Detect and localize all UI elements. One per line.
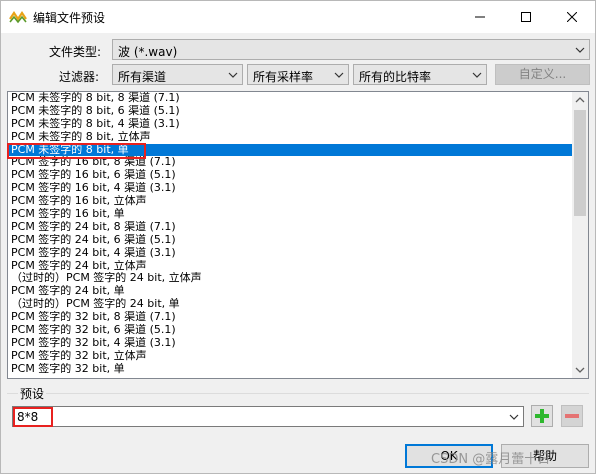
list-item[interactable]: PCM 未签字的 8 bit, 4 渠道 (3.1) bbox=[8, 118, 574, 131]
list-item[interactable]: PCM 签字的 16 bit, 单 bbox=[8, 208, 574, 221]
scroll-down-icon[interactable] bbox=[575, 366, 585, 374]
maximize-icon bbox=[521, 12, 531, 22]
minimize-button[interactable] bbox=[457, 1, 503, 33]
vertical-scrollbar[interactable] bbox=[572, 92, 588, 378]
list-item[interactable]: PCM 未签字的 8 bit, 单 bbox=[8, 143, 574, 157]
watermark-text: CSDN @露月蕾十日 bbox=[431, 452, 551, 467]
chevron-down-icon bbox=[509, 414, 519, 420]
file-type-value: 波 (*.wav) bbox=[118, 45, 178, 59]
format-list-items: PCM 未签字的 8 bit, 8 渠道 (7.1) PCM 未签字的 8 bit… bbox=[8, 92, 574, 376]
close-button[interactable] bbox=[549, 1, 595, 33]
chevron-down-icon bbox=[228, 72, 238, 78]
list-item[interactable]: PCM 签字的 16 bit, 立体声 bbox=[8, 195, 574, 208]
remove-preset-button[interactable] bbox=[561, 405, 583, 427]
list-item[interactable]: PCM 签字的 32 bit, 4 渠道 (3.1) bbox=[8, 337, 574, 350]
plus-icon bbox=[535, 409, 549, 423]
list-item[interactable]: PCM 签字的 32 bit, 单 bbox=[8, 363, 574, 376]
list-item[interactable]: PCM 签字的 24 bit, 8 渠道 (7.1) bbox=[8, 221, 574, 234]
dialog-window: 编辑文件预设 文件类型: 波 (*.wav) 过滤器: 所有渠道 所有采样率 所… bbox=[0, 0, 596, 474]
file-type-label: 文件类型: bbox=[49, 45, 102, 59]
app-logo-icon bbox=[9, 11, 27, 24]
sample-rate-filter-dropdown[interactable]: 所有采样率 bbox=[247, 64, 349, 85]
list-item[interactable]: PCM 签字的 32 bit, 立体声 bbox=[8, 350, 574, 363]
add-preset-button[interactable] bbox=[531, 405, 553, 427]
list-item[interactable]: PCM 未签字的 8 bit, 6 渠道 (5.1) bbox=[8, 105, 574, 118]
scrollbar-thumb[interactable] bbox=[574, 110, 586, 216]
channels-filter-dropdown[interactable]: 所有渠道 bbox=[112, 64, 243, 85]
close-icon bbox=[567, 12, 577, 22]
list-item[interactable]: PCM 未签字的 8 bit, 8 渠道 (7.1) bbox=[8, 92, 574, 105]
file-type-dropdown[interactable]: 波 (*.wav) bbox=[112, 39, 590, 60]
list-item[interactable]: PCM 签字的 32 bit, 8 渠道 (7.1) bbox=[8, 311, 574, 324]
list-item[interactable]: PCM 签字的 16 bit, 4 渠道 (3.1) bbox=[8, 182, 574, 195]
preset-label: 预设 bbox=[18, 385, 47, 402]
minimize-icon bbox=[475, 16, 485, 18]
chevron-down-icon bbox=[575, 47, 585, 53]
window-title: 编辑文件预设 bbox=[33, 11, 106, 25]
list-item[interactable]: PCM 签字的 24 bit, 4 渠道 (3.1) bbox=[8, 247, 574, 260]
list-item[interactable]: PCM 签字的 32 bit, 6 渠道 (5.1) bbox=[8, 324, 574, 337]
preset-value: 8*8 bbox=[17, 410, 39, 424]
bit-rate-filter-value: 所有的比特率 bbox=[359, 70, 432, 84]
preset-input[interactable]: 8*8 bbox=[12, 406, 524, 427]
chevron-down-icon bbox=[334, 72, 344, 78]
scroll-up-icon[interactable] bbox=[575, 96, 585, 104]
bit-rate-filter-dropdown[interactable]: 所有的比特率 bbox=[353, 64, 487, 85]
list-item[interactable]: PCM 签字的 24 bit, 立体声 bbox=[8, 260, 574, 273]
minus-icon bbox=[565, 414, 579, 418]
list-item[interactable]: PCM 签字的 16 bit, 8 渠道 (7.1) bbox=[8, 156, 574, 169]
chevron-down-icon bbox=[472, 72, 482, 78]
sample-rate-filter-value: 所有采样率 bbox=[253, 70, 314, 84]
format-list[interactable]: PCM 未签字的 8 bit, 8 渠道 (7.1) PCM 未签字的 8 bit… bbox=[7, 91, 589, 379]
filters-label: 过滤器: bbox=[59, 70, 100, 84]
list-item[interactable]: （过时的）PCM 签字的 24 bit, 单 bbox=[8, 298, 574, 311]
customize-button[interactable]: 自定义... bbox=[495, 64, 590, 85]
title-bar: 编辑文件预设 bbox=[1, 1, 595, 33]
list-item[interactable]: （过时的）PCM 签字的 24 bit, 立体声 bbox=[8, 272, 574, 285]
list-item[interactable]: PCM 签字的 24 bit, 单 bbox=[8, 285, 574, 298]
list-item[interactable]: PCM 未签字的 8 bit, 立体声 bbox=[8, 131, 574, 144]
list-item[interactable]: PCM 签字的 24 bit, 6 渠道 (5.1) bbox=[8, 234, 574, 247]
channels-filter-value: 所有渠道 bbox=[118, 70, 167, 84]
list-item[interactable]: PCM 签字的 16 bit, 6 渠道 (5.1) bbox=[8, 169, 574, 182]
maximize-button[interactable] bbox=[503, 1, 549, 33]
